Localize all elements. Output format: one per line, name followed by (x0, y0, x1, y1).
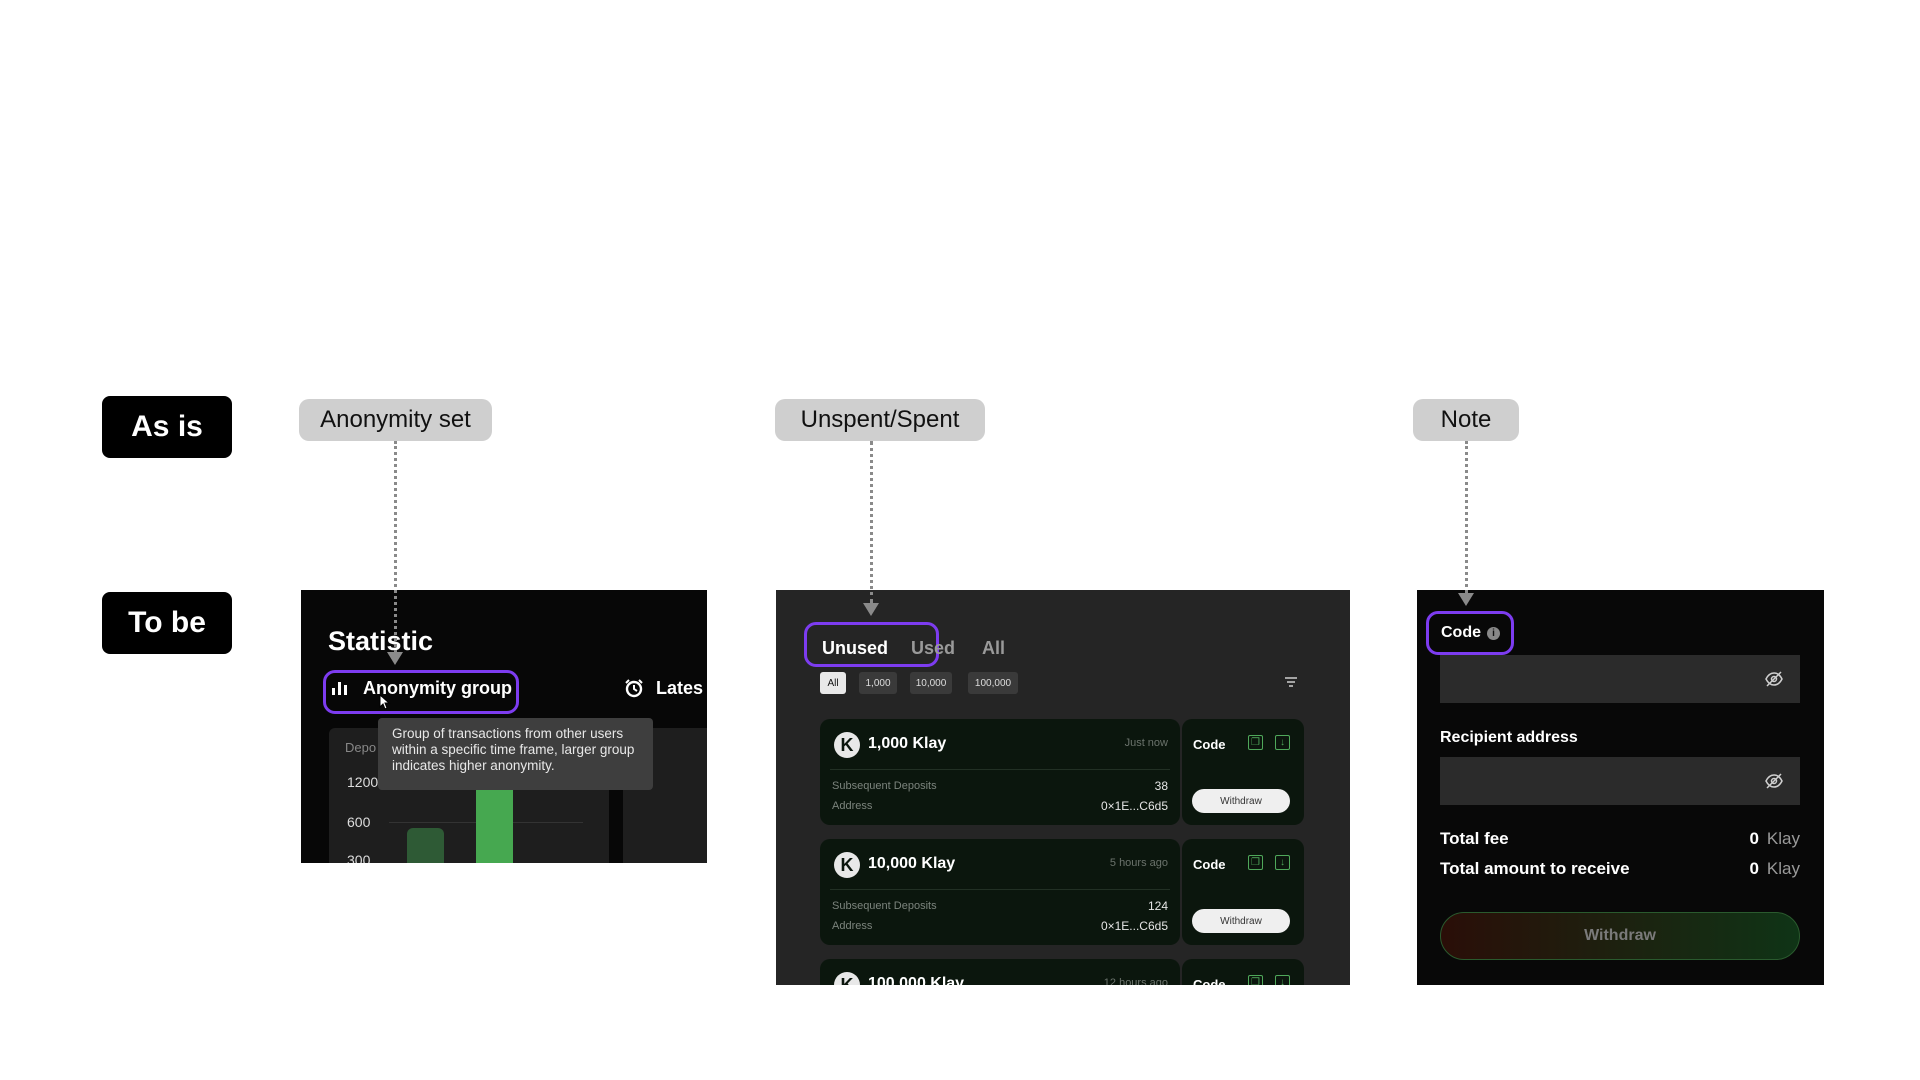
total-receive-label: Total amount to receive (1440, 859, 1630, 878)
tab-all[interactable]: All (982, 638, 1005, 659)
withdraw-button[interactable]: Withdraw (1192, 909, 1290, 933)
address-label: Address (832, 800, 873, 812)
klay-logo-icon: K (834, 972, 860, 985)
total-fee-amount: 0 Klay (1749, 829, 1800, 849)
deposit-card[interactable]: K 10,000 Klay 5 hours ago Subsequent Dep… (820, 839, 1180, 945)
arrow-down-icon (863, 603, 879, 616)
statistic-title: Statistic (328, 626, 434, 656)
code-label: Code (1193, 977, 1226, 985)
tab-anonymity-group[interactable]: Anonymity group (331, 672, 512, 704)
to-be-label: To be (102, 592, 232, 654)
anonymity-tooltip: Group of transactions from other users w… (378, 718, 653, 790)
callout-note: Note (1413, 399, 1519, 441)
download-icon[interactable]: ↓ (1275, 735, 1290, 750)
code-input[interactable] (1440, 655, 1800, 703)
chip-1000[interactable]: 1,000 (859, 672, 897, 694)
deposit-amount: 1,000 Klay (868, 735, 947, 752)
y-tick-600: 600 (347, 814, 371, 830)
deposit-card[interactable]: K 100,000 Klay 12 hours ago (820, 959, 1180, 985)
connector-spent (870, 441, 873, 603)
withdraw-button[interactable]: Withdraw (1192, 789, 1290, 813)
subsequent-value: 38 (1154, 779, 1168, 793)
klay-logo-icon: K (834, 732, 860, 758)
total-receive-amount: 0 Klay (1749, 859, 1800, 879)
chip-100000[interactable]: 100,000 (968, 672, 1018, 694)
deposit-amount: 100,000 Klay (868, 975, 965, 985)
subsequent-value: 124 (1147, 899, 1168, 913)
tab-unused[interactable]: Unused (822, 638, 888, 659)
tab-latest[interactable]: Lates (624, 672, 703, 704)
deposit-time: 5 hours ago (1109, 857, 1168, 869)
callout-anonymity-set: Anonymity set (299, 399, 492, 441)
total-fee-row: Total fee 0 Klay (1440, 829, 1800, 849)
total-receive-unit: Klay (1766, 859, 1800, 878)
total-fee-value: 0 (1749, 829, 1759, 848)
download-icon[interactable]: ↓ (1275, 855, 1290, 870)
divider (830, 769, 1170, 770)
bar-chart-icon (332, 682, 347, 695)
address-value: 0×1E...C6d5 (1100, 919, 1168, 933)
y-tick-300: 300 (347, 852, 371, 863)
copy-icon[interactable]: ❐ (1248, 855, 1263, 870)
cursor-icon (379, 694, 391, 710)
as-is-label: As is (102, 396, 232, 458)
total-fee-label: Total fee (1440, 829, 1509, 848)
y-tick-1200: 1200 (347, 774, 379, 790)
code-card: Code ❐ ↓ (1182, 959, 1304, 985)
alarm-clock-icon (625, 679, 643, 698)
filter-icon[interactable] (1284, 676, 1298, 688)
klay-logo-icon: K (834, 852, 860, 878)
tab-used[interactable]: Used (911, 638, 955, 659)
code-field-label: Code i (1441, 624, 1500, 642)
address-value: 0×1E...C6d5 (1100, 799, 1168, 813)
code-card: Code ❐ ↓ Withdraw (1182, 839, 1304, 945)
withdraw-submit-button[interactable]: Withdraw (1440, 912, 1800, 960)
code-label-text: Code (1441, 624, 1481, 641)
deposits-panel: Unused Used All All 1,000 10,000 100,000… (776, 590, 1350, 985)
code-label: Code (1193, 857, 1226, 872)
withdraw-form-panel: Code i Recipient address Total fee 0 Klay… (1417, 590, 1824, 985)
eye-off-icon[interactable] (1764, 669, 1784, 689)
code-card: Code ❐ ↓ Withdraw (1182, 719, 1304, 825)
total-receive-value: 0 (1749, 859, 1759, 878)
arrow-down-icon (1458, 593, 1474, 606)
copy-icon[interactable]: ❐ (1248, 735, 1263, 750)
info-icon[interactable]: i (1487, 626, 1500, 640)
chip-10000[interactable]: 10,000 (910, 672, 952, 694)
statistic-panel: Statistic Depo 1200 600 300 Anonymity gr… (301, 590, 707, 863)
connector-anonymity (394, 441, 397, 653)
copy-icon[interactable]: ❐ (1248, 975, 1263, 985)
deposit-time: 12 hours ago (1103, 977, 1168, 985)
subsequent-label: Subsequent Deposits (832, 900, 937, 912)
download-icon[interactable]: ↓ (1275, 975, 1290, 985)
recipient-address-label: Recipient address (1440, 729, 1578, 746)
chip-all[interactable]: All (820, 672, 846, 694)
arrow-down-icon (387, 652, 403, 665)
deposit-time: Just now (1124, 737, 1168, 749)
address-label: Address (832, 920, 873, 932)
eye-off-icon[interactable] (1764, 771, 1784, 791)
chart-bar (476, 784, 513, 863)
chart-bar (407, 828, 444, 863)
tab-latest-label: Lates (656, 677, 704, 698)
total-fee-unit: Klay (1766, 829, 1800, 848)
divider (830, 889, 1170, 890)
recipient-address-input[interactable] (1440, 757, 1800, 805)
total-receive-row: Total amount to receive 0 Klay (1440, 859, 1800, 879)
subsequent-label: Subsequent Deposits (832, 780, 937, 792)
code-label: Code (1193, 737, 1226, 752)
connector-note (1465, 441, 1468, 593)
deposit-card[interactable]: K 1,000 Klay Just now Subsequent Deposit… (820, 719, 1180, 825)
chart-label: Depo (345, 740, 377, 755)
callout-unspent-spent: Unspent/Spent (775, 399, 985, 441)
deposit-amount: 10,000 Klay (868, 855, 956, 872)
